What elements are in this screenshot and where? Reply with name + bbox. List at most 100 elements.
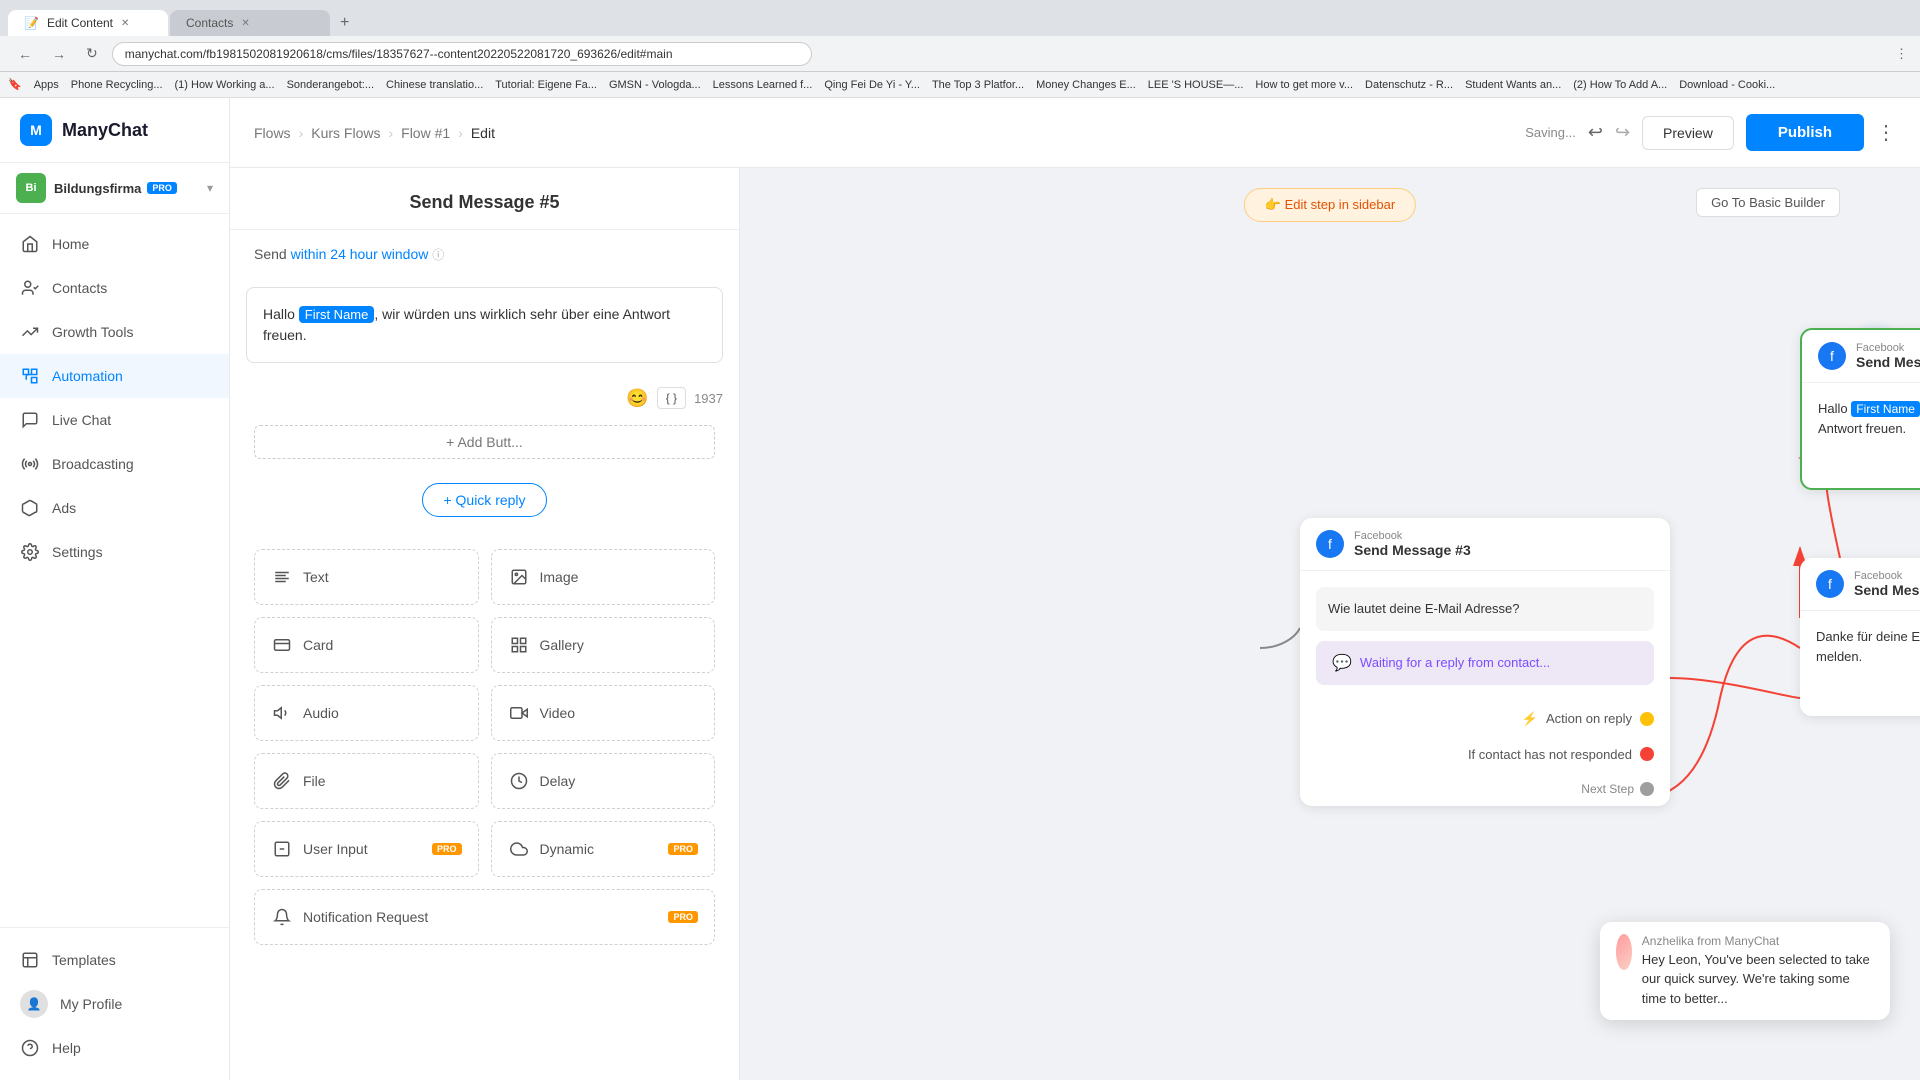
content-type-card[interactable]: Card [254,617,479,673]
home-icon [20,234,40,254]
image-type-label: Image [540,569,579,585]
url-bar[interactable]: manychat.com/fb198150208192061​8/cms/fil… [112,42,812,66]
settings-icon [20,542,40,562]
saving-indicator: Saving... [1525,125,1576,140]
sidebar-item-contacts[interactable]: Contacts [0,266,229,310]
publish-button[interactable]: Publish [1746,114,1864,151]
notification-type-label: Notification Request [303,909,428,925]
quick-reply-button[interactable]: + Quick reply [422,483,546,517]
panel-title: Send Message #5 [254,192,715,213]
node3-action-dot[interactable] [1640,712,1654,726]
sidebar-item-automation[interactable]: Automation [0,354,229,398]
node3-footer: Next Step [1300,772,1670,806]
node5-body: Hallo First Name, wir würden uns wirklic… [1802,383,1920,454]
bookmark-8[interactable]: Qing Fei De Yi - Y... [824,79,920,91]
sidebar-item-broadcasting[interactable]: Broadcasting [0,442,229,486]
new-tab-button[interactable]: + [332,10,357,36]
content-type-text[interactable]: Text [254,549,479,605]
sidebar-item-livechat[interactable]: Live Chat [0,398,229,442]
quick-reply-row: + Quick reply [230,475,739,533]
bookmark-4[interactable]: Chinese translatio... [386,79,483,91]
bookmark-3[interactable]: Sonderangebot:... [287,79,374,91]
content-type-notification[interactable]: Notification Request PRO [254,889,715,945]
active-tab[interactable]: 📝 Edit Content ✕ [8,10,168,36]
bookmark-7[interactable]: Lessons Learned f... [713,79,813,91]
window-link[interactable]: within 24 hour window [291,246,429,262]
add-button-button[interactable]: + Add Butt... [254,425,715,459]
bookmark-13[interactable]: Datenschutz - R... [1365,79,1453,91]
bookmark-15[interactable]: (2) How To Add A... [1573,79,1667,91]
workspace-selector[interactable]: Bi Bildungsfirma PRO ▾ [0,163,229,214]
video-type-icon [508,702,530,724]
node5-footer: Next Step [1802,454,1920,488]
bookmark-6[interactable]: GMSN - Vologda... [609,79,701,91]
sidebar-item-templates[interactable]: Templates [0,940,229,980]
bookmark-14[interactable]: Student Wants an... [1465,79,1561,91]
extensions-button[interactable]: ⋮ [1895,46,1908,62]
undo-button[interactable]: ↩ [1588,122,1603,143]
redo-button[interactable]: ↪ [1615,122,1630,143]
breadcrumb-flow1[interactable]: Flow #1 [401,125,450,141]
sidebar-item-home[interactable]: Home [0,222,229,266]
livechat-icon [20,410,40,430]
emoji-button[interactable]: 😊 [626,388,648,409]
content-type-gallery[interactable]: Gallery [491,617,716,673]
sidebar-item-help[interactable]: Help [0,1028,229,1068]
templates-label: Templates [52,952,116,968]
bookmark-12[interactable]: How to get more v... [1255,79,1353,91]
canvas-hint-text: 👉 Edit step in sidebar [1265,197,1395,213]
contacts-tab-close[interactable]: ✕ [241,18,249,29]
contacts-label: Contacts [52,280,107,296]
bookmark-10[interactable]: Money Changes E... [1036,79,1136,91]
content-type-video[interactable]: Video [491,685,716,741]
breadcrumb-kurs[interactable]: Kurs Flows [311,125,380,141]
node3-not-responded-label: If contact has not responded [1468,747,1632,762]
bookmark-16[interactable]: Download - Cooki... [1679,79,1775,91]
sidebar-item-settings[interactable]: Settings [0,530,229,574]
growth-label: Growth Tools [52,324,133,340]
content-type-image[interactable]: Image [491,549,716,605]
message-editor[interactable]: Hallo First Name, wir würden uns wirklic… [246,287,723,363]
audio-type-label: Audio [303,705,339,721]
node-send-message-5[interactable]: ⚙ f Facebook Send Message #5 Hallo First… [1800,328,1920,490]
bookmark-11[interactable]: LEE 'S HOUSE—... [1148,79,1244,91]
breadcrumb-flows[interactable]: Flows [254,125,291,141]
char-counter-bar: 😊 { } 1937 [230,379,739,417]
bookmark-9[interactable]: The Top 3 Platfor... [932,79,1024,91]
sidebar-item-growth[interactable]: Growth Tools [0,310,229,354]
content-type-audio[interactable]: Audio [254,685,479,741]
bookmark-5[interactable]: Tutorial: Eigene Fa... [495,79,597,91]
workspace-name: Bildungsfirma [54,181,141,196]
node4-platform: Facebook [1854,570,1920,582]
sidebar-item-ads[interactable]: Ads [0,486,229,530]
preview-button[interactable]: Preview [1642,116,1734,150]
content-type-file[interactable]: File [254,753,479,809]
content-type-dynamic[interactable]: Dynamic PRO [491,821,716,877]
send-label: Send [254,246,287,262]
node3-not-responded-row: If contact has not responded [1300,737,1670,772]
profile-label: My Profile [60,996,122,1012]
node-send-message-3[interactable]: f Facebook Send Message #3 Wie lautet de… [1300,518,1670,806]
bookmark-1[interactable]: Phone Recycling... [71,79,163,91]
contacts-tab[interactable]: Contacts ✕ [170,10,330,36]
chat-avatar-image [1616,934,1632,970]
tab-close[interactable]: ✕ [121,18,129,29]
variable-button[interactable]: { } [657,387,686,409]
node3-not-responded-dot[interactable] [1640,747,1654,761]
content-type-delay[interactable]: Delay [491,753,716,809]
sidebar-item-profile[interactable]: 👤 My Profile [0,980,229,1028]
brand: M ManyChat [0,98,229,163]
content-type-user-input[interactable]: User Input PRO [254,821,479,877]
chat-widget[interactable]: Anzhelika from ManyChat Hey Leon, You've… [1600,922,1890,1021]
bookmark-apps[interactable]: Apps [34,79,59,91]
back-button[interactable]: ← [12,42,38,66]
node3-platform-icon: f [1316,530,1344,558]
reload-button[interactable]: ↻ [80,41,104,66]
go-basic-builder-button[interactable]: Go To Basic Builder [1696,188,1840,217]
bookmark-2[interactable]: (1) How Working a... [175,79,275,91]
automation-label: Automation [52,368,123,384]
node-send-message-4[interactable]: + − f Facebook Send Message #4 [1800,558,1920,716]
node3-next-step-dot[interactable] [1640,782,1654,796]
forward-button[interactable]: → [46,42,72,66]
more-options-button[interactable]: ⋮ [1876,120,1896,145]
